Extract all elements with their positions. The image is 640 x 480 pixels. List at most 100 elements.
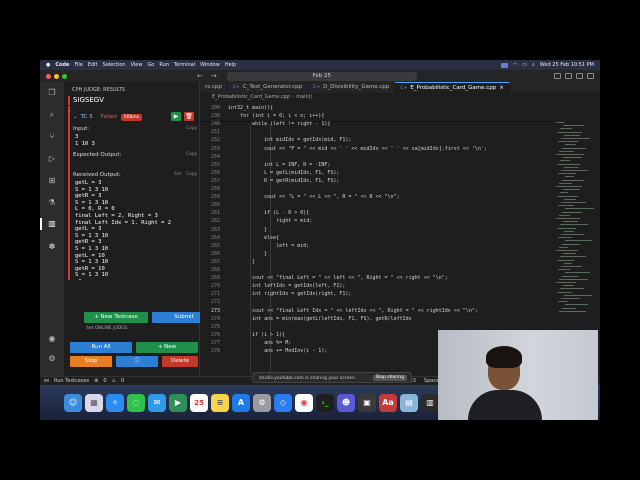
delete-button[interactable]: Delete: [162, 356, 198, 367]
mail-icon[interactable]: ✉: [148, 394, 166, 412]
copy-received-link[interactable]: Copy: [186, 172, 197, 177]
screen-share-icon[interactable]: [500, 62, 508, 68]
code-line[interactable]: cout << "final Left Idx = " << leftIdx <…: [228, 308, 478, 314]
menu-app-name[interactable]: Code: [55, 60, 69, 70]
apple-icon[interactable]: ●: [46, 60, 50, 70]
tab-d-divisibility-game[interactable]: C+ D_Divisibility_Game.cpp: [308, 82, 396, 93]
errors-icon[interactable]: ⊗: [94, 377, 98, 385]
input-value[interactable]: 3 1 10 3: [75, 134, 95, 147]
terminal-icon[interactable]: ›_: [316, 394, 334, 412]
tab-e-probabilistic-card-game[interactable]: C+ E_Probabilistic_Card_Game.cpp ×: [395, 82, 510, 93]
run-debug-icon[interactable]: ▷: [47, 154, 57, 164]
preview-icon[interactable]: ▤: [400, 394, 418, 412]
code-line[interactable]: int rightIdx = getIdx(right, F1);: [228, 291, 351, 297]
tab-c-test-generator[interactable]: C+ C_Test_Generator.cpp: [228, 82, 309, 93]
breadcrumb-file[interactable]: E_Probabilistic_Card_Game.cpp: [212, 94, 290, 100]
menu-clock[interactable]: Wed 25 Feb 10:51 PM: [540, 60, 594, 70]
breadcrumb-symbol[interactable]: main(): [296, 94, 312, 100]
code-line[interactable]: int ans = min(max(getL(leftIdx, F1, FS),…: [228, 316, 412, 322]
menu-go[interactable]: Go: [147, 60, 154, 70]
menu-view[interactable]: View: [131, 60, 143, 70]
vscode-icon[interactable]: ◇: [274, 394, 292, 412]
messages-icon[interactable]: ◌: [127, 394, 145, 412]
stop-button[interactable]: Stop: [70, 356, 112, 367]
new-button[interactable]: + New: [136, 342, 198, 353]
testing-icon[interactable]: ⚗: [47, 198, 57, 208]
code-line[interactable]: int L = INF, R = -INF;: [228, 162, 330, 168]
run-all-button[interactable]: Run All: [70, 342, 132, 353]
cph-judge-icon[interactable]: ▥: [47, 219, 57, 229]
command-center-search[interactable]: Feb 25: [226, 71, 417, 81]
calendar-icon[interactable]: 25: [190, 394, 208, 412]
code-line[interactable]: int leftIdx = getIdx(left, F1);: [228, 283, 345, 289]
paw-icon[interactable]: ✽: [47, 242, 57, 252]
stop-sharing-button[interactable]: Stop sharing: [372, 375, 407, 381]
code-line[interactable]: L = getL(midIdx, F1, FS);: [228, 170, 339, 176]
source-control-icon[interactable]: ⑂: [47, 132, 57, 142]
menu-terminal[interactable]: Terminal: [174, 60, 195, 70]
trash-icon[interactable]: ▥: [421, 394, 439, 412]
explorer-icon[interactable]: ❐: [47, 88, 57, 98]
minimize-window-button[interactable]: [54, 73, 59, 79]
errors-count[interactable]: 0: [103, 377, 106, 385]
menu-help[interactable]: Help: [225, 60, 236, 70]
menu-edit[interactable]: Edit: [88, 60, 98, 70]
menu-file[interactable]: File: [74, 60, 82, 70]
battery-icon[interactable]: ▭: [522, 60, 527, 70]
code-line[interactable]: if (L - R > 0){: [228, 210, 309, 216]
code-line[interactable]: }: [228, 251, 267, 257]
customize-layout-icon[interactable]: [587, 73, 594, 79]
code-line[interactable]: for (int i = 0; i < n; i++){: [228, 113, 324, 119]
close-tab-icon[interactable]: ×: [499, 83, 504, 94]
wifi-icon[interactable]: ◠: [513, 60, 517, 70]
copy-input-link[interactable]: Copy: [186, 126, 197, 131]
code-line[interactable]: R = getR(midIdx, F1, FS);: [228, 178, 339, 184]
extensions-icon[interactable]: ⊞: [47, 176, 57, 186]
run-testcase-button[interactable]: ▶: [171, 112, 181, 121]
menu-run[interactable]: Run: [159, 60, 169, 70]
menu-selection[interactable]: Selection: [103, 60, 126, 70]
menu-window[interactable]: Window: [200, 60, 220, 70]
notes-icon[interactable]: ≡: [211, 394, 229, 412]
launchpad-icon[interactable]: ▦: [85, 394, 103, 412]
chrome-icon[interactable]: ◉: [295, 394, 313, 412]
maximize-window-button[interactable]: [62, 73, 67, 79]
copy-expected-link[interactable]: Copy: [186, 152, 197, 157]
delete-testcase-button[interactable]: 🗑: [184, 112, 194, 121]
forward-arrow-icon[interactable]: →: [211, 72, 217, 80]
toggle-sidebar-icon[interactable]: [554, 73, 561, 79]
dictionary-icon[interactable]: Aa: [379, 394, 397, 412]
code-line[interactable]: cout << "L = " << L << ", R = " << R << …: [228, 194, 399, 200]
code-line[interactable]: left = mid;: [228, 243, 309, 249]
code-line[interactable]: cout << "F = " << mid << ' ' << midIdx <…: [228, 146, 487, 152]
code-line[interactable]: else{: [228, 235, 279, 241]
app-icon[interactable]: ▣: [358, 394, 376, 412]
code-line[interactable]: ans += ModInv(i - 1);: [228, 348, 327, 354]
back-arrow-icon[interactable]: ←: [197, 72, 203, 80]
code-line[interactable]: while (left != right - 1){: [228, 121, 330, 127]
search-icon[interactable]: ⌕: [47, 110, 57, 120]
code-line[interactable]: right = mid;: [228, 218, 312, 224]
run-testcases-status[interactable]: Run Testcases: [54, 377, 89, 385]
code-line[interactable]: }: [228, 227, 267, 233]
code-line[interactable]: cout << "final Left = " << left << ", Ri…: [228, 275, 448, 281]
set-received-link[interactable]: Set: [174, 172, 181, 177]
facetime-icon[interactable]: ▶: [169, 394, 187, 412]
close-window-button[interactable]: [46, 73, 51, 79]
tab-rs-cpp[interactable]: rs.cpp: [200, 82, 228, 93]
code-line[interactable]: if (i > 1){: [228, 332, 285, 338]
discord-icon[interactable]: ☻: [337, 394, 355, 412]
new-testcase-button[interactable]: + New Testcase: [84, 312, 148, 323]
code-line[interactable]: }: [228, 259, 255, 265]
toggle-secondary-sidebar-icon[interactable]: [576, 73, 583, 79]
safari-icon[interactable]: ✧: [106, 394, 124, 412]
finder-icon[interactable]: ☺: [64, 394, 82, 412]
manage-gear-icon[interactable]: ⚙: [47, 354, 57, 364]
code-line[interactable]: ans %= M;: [228, 340, 291, 346]
warnings-count[interactable]: 0: [121, 377, 124, 385]
chevron-down-icon[interactable]: ⌄: [73, 114, 78, 120]
code-line[interactable]: int32_t main(){: [228, 105, 273, 111]
system-settings-icon[interactable]: ⚙: [253, 394, 271, 412]
app-store-icon[interactable]: A: [232, 394, 250, 412]
search-icon[interactable]: ⌕: [532, 60, 535, 70]
